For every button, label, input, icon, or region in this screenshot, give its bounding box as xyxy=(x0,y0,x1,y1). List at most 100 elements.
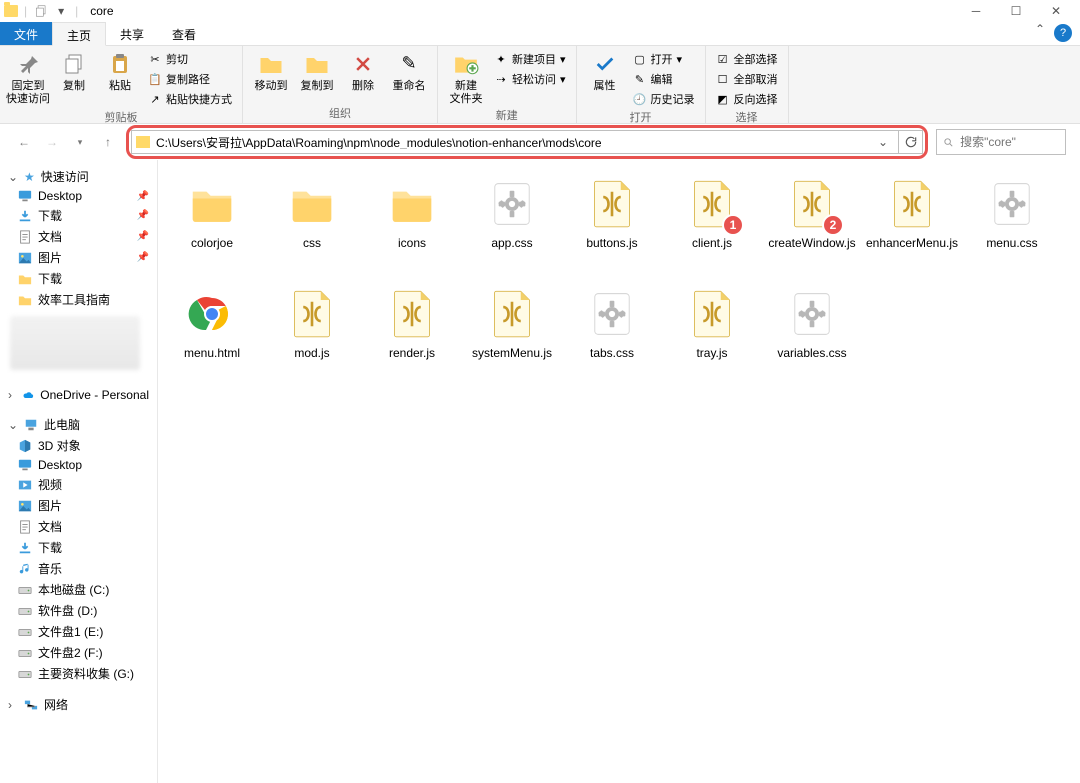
sidebar-item[interactable]: Desktop xyxy=(0,456,157,474)
sidebar-item[interactable]: 文件盘2 (F:) xyxy=(0,642,157,663)
file-label: css xyxy=(303,236,321,250)
file-label: createWindow.js xyxy=(768,236,855,250)
copyto-button[interactable]: 复制到 xyxy=(295,48,339,93)
file-label: menu.html xyxy=(184,346,240,360)
group-organize-label: 组织 xyxy=(249,104,431,123)
tab-home[interactable]: 主页 xyxy=(52,22,106,46)
file-icon xyxy=(684,286,740,342)
nav-forward-button[interactable]: → xyxy=(42,132,62,152)
edit-button[interactable]: ✎编辑 xyxy=(629,70,699,88)
address-input-box[interactable]: ⌄ xyxy=(131,130,899,154)
tab-share[interactable]: 共享 xyxy=(106,22,158,45)
file-icon: 1 xyxy=(684,176,740,232)
rename-button[interactable]: ✎重命名 xyxy=(387,48,431,93)
sidebar-item[interactable]: 主要资料收集 (G:) xyxy=(0,663,157,684)
file-icon xyxy=(484,286,540,342)
selectall-button[interactable]: ☑全部选择 xyxy=(712,50,782,68)
nav-recent-button[interactable]: ▾ xyxy=(70,132,90,152)
sidebar-quickaccess[interactable]: ⌄★ 快速访问 xyxy=(0,166,157,187)
copypath-button[interactable]: 📋复制路径 xyxy=(144,70,236,88)
moveto-button[interactable]: 移动到 xyxy=(249,48,293,93)
nav-up-button[interactable]: ↑ xyxy=(98,132,118,152)
copy-button[interactable]: 复制 xyxy=(52,48,96,93)
nav-back-button[interactable]: ← xyxy=(14,132,34,152)
file-label: menu.css xyxy=(986,236,1037,250)
sidebar-item[interactable]: 文件盘1 (E:) xyxy=(0,621,157,642)
pasteshortcut-button[interactable]: ↗粘贴快捷方式 xyxy=(144,90,236,108)
open-button[interactable]: ▢打开 ▾ xyxy=(629,50,699,68)
address-dropdown-icon[interactable]: ⌄ xyxy=(872,135,894,149)
qat-copy-icon[interactable] xyxy=(33,3,49,19)
file-item[interactable]: buttons.js xyxy=(562,170,662,280)
group-clipboard-label: 剪贴板 xyxy=(6,108,236,124)
file-item[interactable]: icons xyxy=(362,170,462,280)
file-label: tabs.css xyxy=(590,346,634,360)
sidebar-network[interactable]: › 网络 xyxy=(0,694,157,715)
maximize-button[interactable]: ☐ xyxy=(996,0,1036,22)
sidebar-item[interactable]: 下载 xyxy=(0,537,157,558)
sidebar-item[interactable]: 下载📌 xyxy=(0,205,157,226)
file-item[interactable]: enhancerMenu.js xyxy=(862,170,962,280)
file-pane[interactable]: colorjoe css icons app.css buttons.js1client… xyxy=(158,160,1080,783)
file-icon xyxy=(284,286,340,342)
tab-file[interactable]: 文件 xyxy=(0,22,52,45)
sidebar-item[interactable]: 本地磁盘 (C:) xyxy=(0,579,157,600)
file-label: app.css xyxy=(491,236,532,250)
close-button[interactable]: ✕ xyxy=(1036,0,1076,22)
address-input[interactable] xyxy=(156,135,872,149)
sidebar-item[interactable]: Desktop📌 xyxy=(0,187,157,205)
file-item[interactable]: tabs.css xyxy=(562,280,662,390)
sidebar-item[interactable]: 图片📌 xyxy=(0,247,157,268)
file-item[interactable]: systemMenu.js xyxy=(462,280,562,390)
search-box[interactable] xyxy=(936,129,1066,155)
pin-icon: 📌 xyxy=(137,191,149,202)
properties-button[interactable]: 属性 xyxy=(583,48,627,93)
pin-icon: 📌 xyxy=(137,252,149,263)
pin-quickaccess-button[interactable]: 固定到 快速访问 xyxy=(6,48,50,106)
sidebar-onedrive[interactable]: › OneDrive - Personal xyxy=(0,386,157,404)
collapse-ribbon-icon[interactable]: ⌃ xyxy=(1030,22,1050,45)
sidebar-item[interactable]: 图片 xyxy=(0,495,157,516)
file-item[interactable]: render.js xyxy=(362,280,462,390)
paste-button[interactable]: 粘贴 xyxy=(98,48,142,93)
easyaccess-button[interactable]: ⇢轻松访问 ▾ xyxy=(490,70,570,88)
file-item[interactable]: colorjoe xyxy=(162,170,262,280)
file-item[interactable]: css xyxy=(262,170,362,280)
sidebar-item[interactable]: 文档 xyxy=(0,516,157,537)
file-item[interactable]: 2createWindow.js xyxy=(762,170,862,280)
sidebar-item[interactable]: 下载 xyxy=(0,268,157,289)
sidebar-item[interactable]: 文档📌 xyxy=(0,226,157,247)
cut-button[interactable]: ✂剪切 xyxy=(144,50,236,68)
file-item[interactable]: variables.css xyxy=(762,280,862,390)
newfolder-button[interactable]: 新建 文件夹 xyxy=(444,48,488,106)
file-item[interactable]: app.css xyxy=(462,170,562,280)
tab-view[interactable]: 查看 xyxy=(158,22,210,45)
sidebar-item[interactable]: 软件盘 (D:) xyxy=(0,600,157,621)
file-item[interactable]: mod.js xyxy=(262,280,362,390)
file-icon xyxy=(584,286,640,342)
sidebar-thispc[interactable]: ⌄ 此电脑 xyxy=(0,414,157,435)
refresh-button[interactable] xyxy=(899,130,923,154)
minimize-button[interactable]: ─ xyxy=(956,0,996,22)
history-button[interactable]: 🕘历史记录 xyxy=(629,90,699,108)
help-icon[interactable]: ? xyxy=(1054,24,1072,42)
selectnone-button[interactable]: ☐全部取消 xyxy=(712,70,782,88)
file-icon xyxy=(484,176,540,232)
newitem-button[interactable]: ✦新建项目 ▾ xyxy=(490,50,570,68)
delete-button[interactable]: 删除 xyxy=(341,48,385,93)
qat-down-icon[interactable]: ▾ xyxy=(53,3,69,19)
file-label: mod.js xyxy=(294,346,329,360)
group-select-label: 选择 xyxy=(712,108,782,124)
sidebar-item[interactable]: 效率工具指南 xyxy=(0,289,157,310)
sidebar-item[interactable]: 视频 xyxy=(0,474,157,495)
copy-label: 复制 xyxy=(63,80,85,93)
file-item[interactable]: 1client.js xyxy=(662,170,762,280)
sidebar-item[interactable]: 3D 对象 xyxy=(0,435,157,456)
search-input[interactable] xyxy=(960,135,1059,149)
titlebar: | ▾ | core ─ ☐ ✕ xyxy=(0,0,1080,22)
file-item[interactable]: menu.css xyxy=(962,170,1062,280)
file-item[interactable]: tray.js xyxy=(662,280,762,390)
sidebar-item[interactable]: 音乐 xyxy=(0,558,157,579)
invert-button[interactable]: ◩反向选择 xyxy=(712,90,782,108)
file-item[interactable]: menu.html xyxy=(162,280,262,390)
